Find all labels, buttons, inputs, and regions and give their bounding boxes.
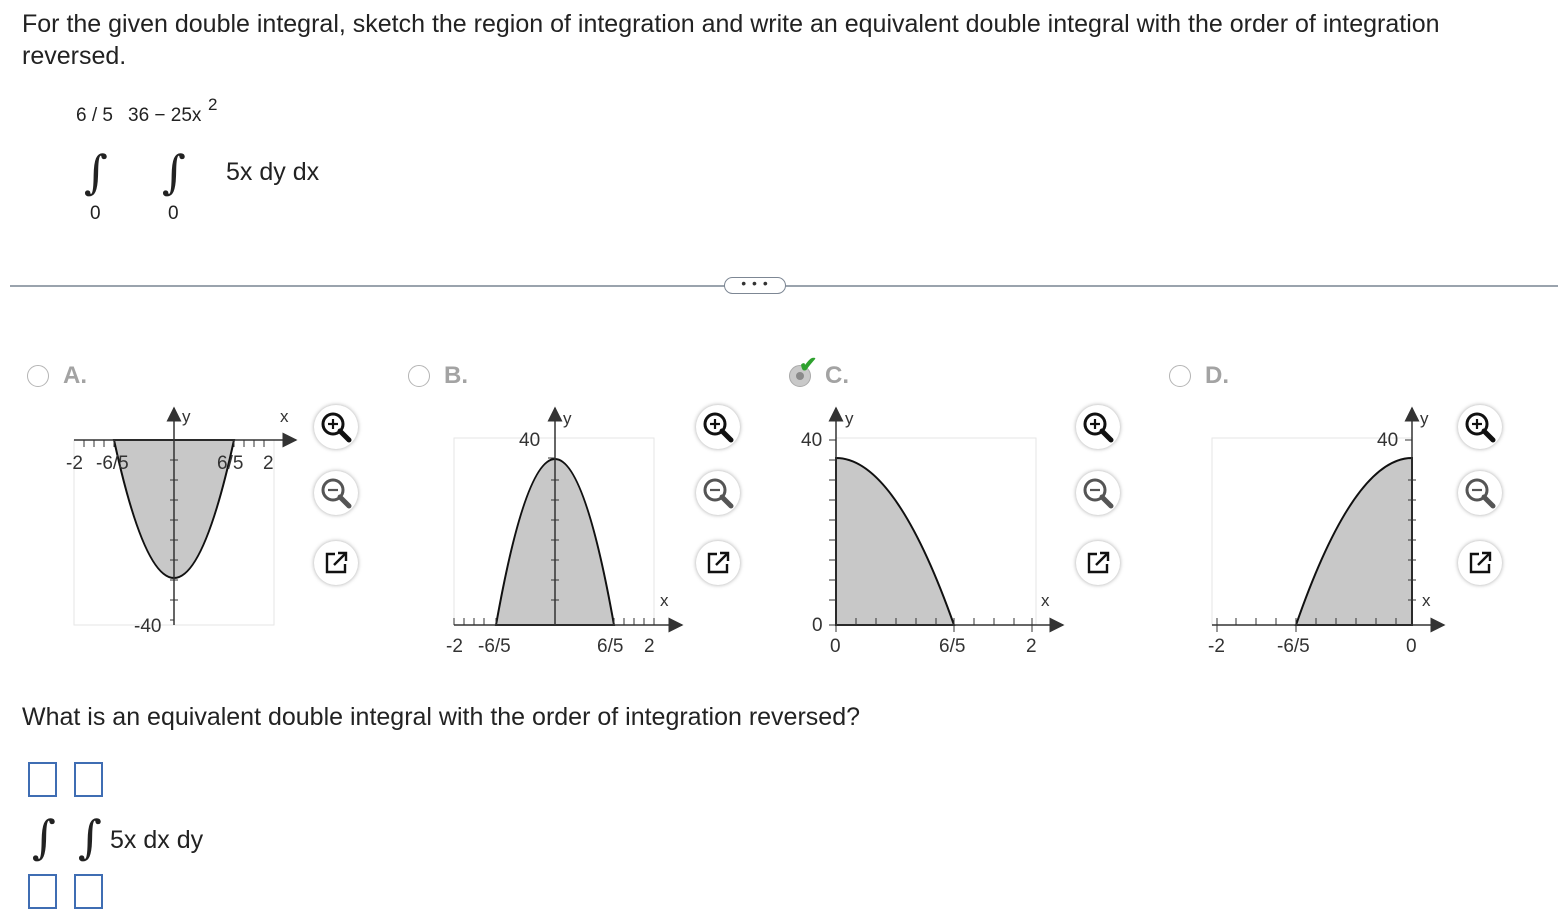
answer-integral: ∫ ∫ 5x dx dy xyxy=(28,762,288,912)
tick-label: 40 xyxy=(519,430,540,451)
open-new-window-button[interactable] xyxy=(1076,541,1120,585)
x-axis-label: x xyxy=(660,591,669,610)
expand-more-button[interactable]: • • • xyxy=(724,276,786,294)
integrand: 5x dy dx xyxy=(226,158,320,186)
question2-text: What is an equivalent double integral wi… xyxy=(22,703,861,731)
option-c-label[interactable]: C. xyxy=(825,362,849,390)
zoom-in-button[interactable] xyxy=(1458,405,1502,449)
zoom-out-button[interactable] xyxy=(314,471,358,515)
inner-upper-limit-input[interactable] xyxy=(74,762,103,797)
given-integral: 6 / 5 36 − 25x 2 ∫ ∫ 0 0 5x dy dx xyxy=(60,95,360,235)
tick-label: 6/5 xyxy=(939,636,965,657)
x-axis-label: x xyxy=(1422,591,1431,610)
option-d-label[interactable]: D. xyxy=(1205,362,1229,390)
tick-label: 0 xyxy=(812,615,823,636)
correct-check-icon: ✔ xyxy=(799,352,818,377)
tick-label: -2 xyxy=(1208,636,1225,657)
tick-label: 0 xyxy=(1406,636,1417,657)
inner-lower-limit-input[interactable] xyxy=(74,874,103,909)
tick-label: 2 xyxy=(263,453,274,474)
y-axis-label: y xyxy=(1420,409,1429,428)
y-axis-label: y xyxy=(182,407,191,426)
tick-label: 40 xyxy=(801,430,822,451)
zoom-out-button[interactable] xyxy=(696,471,740,515)
x-axis-label: x xyxy=(280,407,289,426)
outer-upper-limit-input[interactable] xyxy=(28,762,57,797)
inner-upper-exponent: 2 xyxy=(208,95,218,114)
option-b-radio[interactable] xyxy=(408,365,430,387)
tick-label: 40 xyxy=(1377,430,1398,451)
inner-integral-sign: ∫ xyxy=(162,145,186,199)
open-new-window-button[interactable] xyxy=(1458,541,1502,585)
outer-lower-limit-input[interactable] xyxy=(28,874,57,909)
inner-lower-limit: 0 xyxy=(168,203,179,224)
tick-label: -6/5 xyxy=(478,636,511,657)
option-a-label[interactable]: A. xyxy=(63,362,87,390)
y-axis-label: y xyxy=(845,409,854,428)
tick-label: -6/5 xyxy=(1277,636,1310,657)
zoom-in-button[interactable] xyxy=(696,405,740,449)
option-a-graph: -2 -6/5 6/5 2 -40 x y xyxy=(66,406,298,637)
y-axis-label: y xyxy=(563,409,572,428)
option-c-graph: 0 6/5 2 40 0 x y xyxy=(801,406,1065,657)
inner-upper-limit: 36 − 25x xyxy=(128,105,202,126)
tick-label: 2 xyxy=(644,636,655,657)
answer-integrand: 5x dx dy xyxy=(110,826,204,854)
zoom-in-button[interactable] xyxy=(1076,405,1120,449)
option-b-graph: -2 -6/5 6/5 2 40 x y xyxy=(446,406,684,657)
outer-integral-sign: ∫ xyxy=(84,145,108,199)
option-d-radio[interactable] xyxy=(1169,365,1191,387)
open-new-window-button[interactable] xyxy=(696,541,740,585)
tick-label: 6/5 xyxy=(217,453,243,474)
option-a-radio[interactable] xyxy=(27,365,49,387)
outer-integral-sign: ∫ xyxy=(32,810,56,864)
zoom-out-button[interactable] xyxy=(1076,471,1120,515)
zoom-out-button[interactable] xyxy=(1458,471,1502,515)
question-text: For the given double integral, sketch th… xyxy=(22,10,1440,70)
tick-label: 0 xyxy=(830,636,841,657)
tick-label: -2 xyxy=(446,636,463,657)
tick-label: 2 xyxy=(1026,636,1037,657)
outer-upper-limit: 6 / 5 xyxy=(76,105,113,126)
tick-label: -6/5 xyxy=(96,453,129,474)
inner-integral-sign: ∫ xyxy=(78,810,102,864)
zoom-in-button[interactable] xyxy=(314,405,358,449)
open-new-window-button[interactable] xyxy=(314,541,358,585)
option-d-graph: -2 -6/5 0 40 x y xyxy=(1208,406,1446,657)
tick-label: 6/5 xyxy=(597,636,623,657)
option-b-label[interactable]: B. xyxy=(444,362,468,390)
outer-lower-limit: 0 xyxy=(90,203,101,224)
tick-label: -40 xyxy=(134,616,161,637)
tick-label: -2 xyxy=(66,453,83,474)
x-axis-label: x xyxy=(1041,591,1050,610)
